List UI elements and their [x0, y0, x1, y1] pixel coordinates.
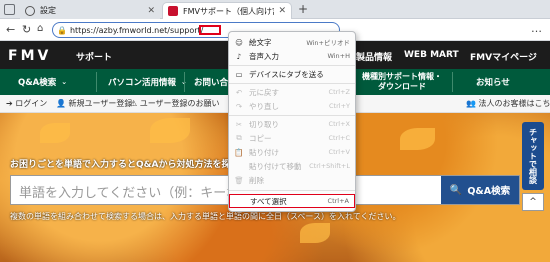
fmv-logo[interactable]: FMV	[8, 48, 51, 64]
user-reg-label: ユーザー登録のお願い	[139, 99, 220, 108]
trash-icon: 🗑	[234, 175, 244, 185]
menu-item-voice-typing[interactable]: ♪ 音声入力 Win+H	[229, 49, 355, 63]
menu-label: デバイスにタブを送る	[249, 69, 324, 79]
new-tab-button[interactable]: +	[298, 2, 308, 16]
url-text: https://azby.fmworld.net/support/	[69, 25, 204, 35]
header-link-webmart[interactable]: WEB MART	[404, 50, 459, 60]
menu-item-paste: 📋 貼り付け Ctrl+V	[229, 145, 355, 159]
chat-button[interactable]: チャットで相談	[522, 122, 544, 190]
menu-shortcut: Ctrl+A	[327, 197, 349, 205]
lock-icon: 🔒	[57, 25, 67, 35]
tab-strip: 設定 ✕ FMVサポート（個人向け富士通パソコン） ✕ +	[0, 0, 550, 19]
nav-divider	[96, 72, 97, 92]
menu-label: 貼り付け	[249, 147, 279, 157]
menu-item-undo: ↶ 元に戻す Ctrl+Z	[229, 85, 355, 99]
highlight-box	[199, 25, 221, 35]
new-user-link[interactable]: 👤 新規ユーザー登録	[56, 98, 132, 109]
tab-fmv-support[interactable]: FMVサポート（個人向け富士通パソコン） ✕	[162, 2, 292, 19]
search-input[interactable]: 単語を入力してください（例：キーボ	[19, 182, 239, 201]
redo-icon: ↷	[235, 101, 243, 111]
menu-shortcut: Ctrl+C	[328, 134, 350, 142]
scissors-icon: ✂	[235, 119, 243, 129]
menu-divider	[229, 83, 355, 84]
qa-search-label: Q&A検索	[467, 186, 511, 197]
tab-label: 設定	[40, 6, 56, 15]
nav-divider	[184, 72, 185, 92]
menu-label: 貼り付けて移動	[249, 161, 302, 171]
corporate-label: 法人のお客様はこちら	[478, 99, 550, 108]
gear-icon	[25, 5, 35, 16]
menu-label: 切り取り	[249, 119, 279, 129]
nav-label: 機種別サポート情報・	[362, 72, 442, 81]
nav-qa-search[interactable]: Q&A検索 ⌄	[18, 69, 67, 95]
nav-model-support[interactable]: 機種別サポート情報・ ダウンロード	[362, 69, 442, 95]
menu-shortcut: Win+H	[327, 52, 350, 60]
emoji-icon: ☺	[235, 37, 243, 47]
qa-search-button[interactable]: 🔍 Q&A検索	[441, 176, 519, 204]
back-icon[interactable]: ←	[6, 23, 15, 36]
menu-label: 音声入力	[249, 51, 279, 61]
menu-shortcut: Ctrl+X	[328, 120, 350, 128]
menu-shortcut: Ctrl+V	[328, 148, 350, 156]
tab-settings[interactable]: 設定 ✕	[20, 2, 160, 19]
tab-actions-icon[interactable]	[4, 4, 15, 15]
nav-news[interactable]: お知らせ	[476, 69, 510, 95]
menu-item-redo: ↷ やり直し Ctrl+Y	[229, 99, 355, 113]
device-icon: ▭	[235, 69, 243, 79]
copy-icon: ⧉	[236, 133, 242, 142]
menu-divider	[229, 190, 355, 191]
menu-label: すべて選択	[250, 196, 287, 206]
corporate-link[interactable]: 👥 法人のお客様はこちら	[466, 98, 550, 109]
menu-item-delete: 🗑 削除	[229, 173, 355, 187]
tab-label: FMVサポート（個人向け富士通パソコン）	[183, 6, 274, 16]
menu-item-emoji[interactable]: ☺ 絵文字 Win+ピリオド	[229, 35, 355, 49]
context-menu: ☺ 絵文字 Win+ピリオド ♪ 音声入力 Win+H ▭ デバイスにタブを送る…	[228, 31, 356, 212]
menu-label: やり直し	[249, 101, 279, 111]
user-registration-link[interactable]: ⚠ ユーザー登録のお願い	[130, 98, 220, 109]
microphone-icon: ♪	[236, 51, 242, 61]
header-link-products[interactable]: 製品情報	[356, 50, 392, 63]
leaf-decoration	[400, 128, 435, 150]
close-icon[interactable]: ✕	[278, 6, 286, 16]
more-menu-icon[interactable]: …	[531, 22, 542, 35]
leaf-decoration	[150, 118, 190, 143]
search-note: 複数の単語を組み合わせて検索する場合は、入力する単語と単語の間に全日（スペース）…	[10, 212, 401, 221]
menu-shortcut: Ctrl+Y	[329, 102, 350, 110]
menu-item-paste-go: 貼り付けて移動 Ctrl+Shift+L	[229, 159, 355, 173]
nav-label: パソコン活用情報	[108, 78, 177, 88]
back-to-top-button[interactable]: ^	[522, 193, 544, 211]
menu-divider	[229, 65, 355, 66]
login-label: ログイン	[15, 99, 48, 108]
leaf-decoration	[40, 123, 70, 143]
menu-item-send-tab[interactable]: ▭ デバイスにタブを送る	[229, 67, 355, 81]
login-link[interactable]: ➔ ログイン	[6, 98, 47, 109]
home-icon[interactable]: ⌂	[37, 23, 43, 34]
reload-icon[interactable]: ↻	[22, 23, 31, 36]
menu-label: 絵文字	[249, 37, 272, 47]
menu-divider	[229, 115, 355, 116]
new-user-label: 新規ユーザー登録	[68, 99, 133, 108]
menu-shortcut: Ctrl+Shift+L	[309, 162, 350, 170]
nav-label: Q&A検索	[18, 78, 57, 88]
header-link-mypage[interactable]: FMVマイページ	[470, 50, 537, 63]
nav-pc-usage[interactable]: パソコン活用情報⌄	[108, 69, 187, 95]
menu-item-copy: ⧉ コピー Ctrl+C	[229, 131, 355, 145]
menu-shortcut: Ctrl+Z	[328, 88, 350, 96]
chevron-down-icon: ⌄	[61, 78, 68, 86]
section-title: サポート	[76, 53, 113, 63]
menu-label: 削除	[249, 175, 264, 185]
close-icon[interactable]: ✕	[147, 6, 155, 16]
fmv-favicon-icon	[168, 6, 178, 16]
search-icon: 🔍	[449, 184, 463, 196]
nav-label: お知らせ	[476, 78, 510, 88]
menu-label: 元に戻す	[249, 87, 279, 97]
menu-shortcut: Win+ピリオド	[306, 39, 350, 47]
menu-item-select-all[interactable]: すべて選択 Ctrl+A	[229, 194, 355, 208]
nav-divider	[452, 72, 453, 92]
menu-label: コピー	[249, 133, 272, 143]
menu-item-cut: ✂ 切り取り Ctrl+X	[229, 117, 355, 131]
nav-label: ダウンロード	[378, 82, 426, 91]
undo-icon: ↶	[235, 87, 243, 97]
clipboard-icon: 📋	[234, 147, 244, 157]
